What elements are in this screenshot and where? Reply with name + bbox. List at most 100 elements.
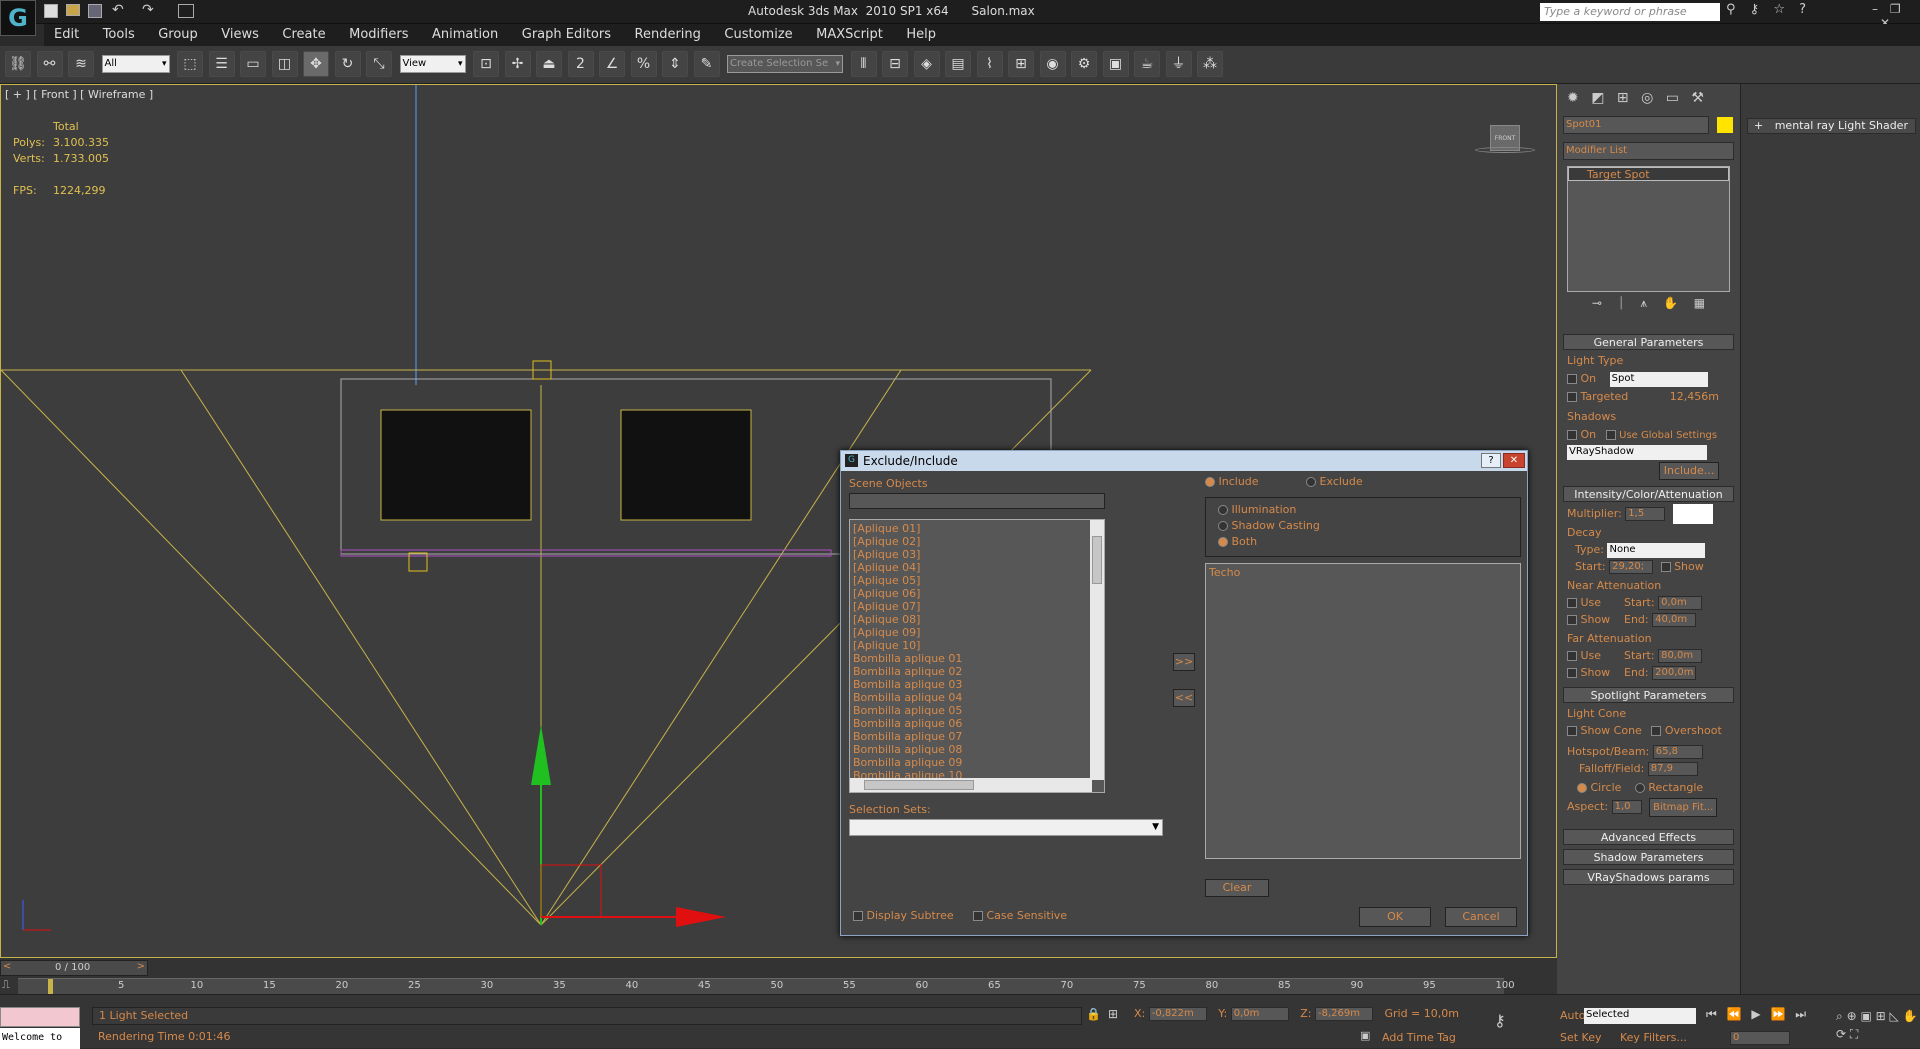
object-name-field[interactable]: Spot01 xyxy=(1563,116,1709,134)
far-start-spinner[interactable]: 80,0m xyxy=(1658,649,1703,663)
intensity-rollout[interactable]: Intensity/Color/Attenuation xyxy=(1563,486,1734,502)
selection-lock-icon[interactable]: 🔒 xyxy=(1086,1007,1101,1021)
move-right-button[interactable]: >> xyxy=(1173,653,1195,671)
near-use-checkbox[interactable] xyxy=(1567,598,1577,608)
bind-spacewarp-icon[interactable]: ≋ xyxy=(68,51,94,77)
rectangle-radio[interactable] xyxy=(1634,783,1645,793)
keyboard-shortcut-icon[interactable]: ⏏ xyxy=(536,51,562,77)
pivot-center-icon[interactable]: ⊡ xyxy=(473,51,499,77)
zoom-extents-all-icon[interactable]: ⊞ xyxy=(1876,1009,1886,1023)
shadow-type-select[interactable]: VRayShadow xyxy=(1567,445,1707,460)
minimize-icon[interactable]: – xyxy=(1872,2,1878,16)
unlink-icon[interactable]: ⚯ xyxy=(36,51,63,77)
dialog-help-button[interactable]: ? xyxy=(1481,453,1501,468)
modify-tab-icon[interactable]: ◩ xyxy=(1591,90,1604,106)
list-item[interactable]: Bombilla aplique 04 xyxy=(853,691,1104,704)
manipulate-icon[interactable]: ✢ xyxy=(504,51,531,77)
show-end-result-icon[interactable]: ⏐ xyxy=(1618,296,1625,310)
move-icon[interactable]: ✥ xyxy=(303,51,329,77)
mirror-icon[interactable]: ⫴ xyxy=(850,51,877,77)
list-item[interactable]: Bombilla aplique 05 xyxy=(853,704,1104,717)
list-item[interactable]: [Aplique 02] xyxy=(853,535,1104,548)
list-item[interactable]: [Aplique 10] xyxy=(853,639,1104,652)
curve-editor-icon[interactable]: ⌇ xyxy=(976,51,1003,77)
time-slider-prev-icon[interactable]: < xyxy=(3,961,11,972)
menu-edit[interactable]: Edit xyxy=(44,24,89,46)
shadow-parameters-rollout[interactable]: Shadow Parameters xyxy=(1563,849,1734,865)
include-radio[interactable] xyxy=(1205,477,1215,487)
shadows-on-checkbox[interactable] xyxy=(1567,430,1577,440)
case-sensitive-checkbox[interactable] xyxy=(973,911,983,921)
field-of-view-icon[interactable]: ◺ xyxy=(1890,1009,1899,1023)
reference-coordinate-select[interactable]: View xyxy=(399,55,466,73)
utilities-tab-icon[interactable]: ⚒ xyxy=(1691,90,1704,106)
go-to-start-icon[interactable]: ⏮ xyxy=(1706,1007,1717,1021)
selection-sets-select[interactable]: ▼ xyxy=(849,819,1163,836)
pan-icon[interactable]: ✋ xyxy=(1903,1009,1918,1023)
key-filters-button[interactable]: Key Filters... xyxy=(1620,1031,1687,1044)
spotlight-parameters-rollout[interactable]: Spotlight Parameters xyxy=(1563,687,1734,703)
selection-filter-select[interactable]: All xyxy=(101,55,170,73)
menu-create[interactable]: Create xyxy=(272,24,335,46)
current-frame-marker[interactable] xyxy=(48,979,53,995)
material-editor-icon[interactable]: ◉ xyxy=(1039,51,1066,77)
maxscript-output[interactable]: Welcome to xyxy=(0,1028,80,1049)
render-setup-icon[interactable]: ⚙ xyxy=(1071,51,1097,77)
menu-views[interactable]: Views xyxy=(211,24,269,46)
near-start-spinner[interactable]: 0,0m xyxy=(1658,596,1703,610)
track-bar-icon[interactable]: ⎍ xyxy=(2,978,16,992)
zoom-extents-icon[interactable]: ▣ xyxy=(1860,1009,1871,1023)
advanced-effects-rollout[interactable]: Advanced Effects xyxy=(1563,829,1734,845)
remove-modifier-icon[interactable]: ✋ xyxy=(1663,296,1678,310)
new-icon[interactable] xyxy=(44,4,58,18)
iray-icon[interactable]: ⏚ xyxy=(1165,51,1192,77)
both-radio[interactable] xyxy=(1218,537,1228,547)
display-tab-icon[interactable]: ▭ xyxy=(1666,90,1679,106)
menu-maxscript[interactable]: MAXScript xyxy=(806,24,893,46)
binoculars-icon[interactable]: ⚲ xyxy=(1726,2,1736,17)
decay-start-spinner[interactable]: 29,20; xyxy=(1609,560,1654,574)
key-icon[interactable]: ⚷ xyxy=(1750,2,1760,17)
x-coordinate-field[interactable]: -0,822m xyxy=(1148,1007,1207,1021)
global-settings-checkbox[interactable] xyxy=(1605,430,1616,440)
menu-graph-editors[interactable]: Graph Editors xyxy=(512,24,621,46)
orbit-icon[interactable]: ⟳ xyxy=(1836,1027,1846,1041)
create-tab-icon[interactable]: ✹ xyxy=(1567,90,1579,106)
gizmo-y-arrow[interactable] xyxy=(531,725,551,785)
near-end-spinner[interactable]: 40,0m xyxy=(1652,613,1697,627)
redo-icon[interactable]: ↷ xyxy=(142,2,154,18)
light-color-swatch[interactable] xyxy=(1672,504,1713,524)
key-icon[interactable]: ⚷ xyxy=(1494,1011,1506,1030)
next-frame-icon[interactable]: ⏩ xyxy=(1770,1007,1785,1021)
window-crossing-icon[interactable]: ◫ xyxy=(271,51,298,77)
show-cone-checkbox[interactable] xyxy=(1567,726,1577,736)
star-icon[interactable]: ☆ xyxy=(1773,2,1785,17)
rotate-icon[interactable]: ↻ xyxy=(334,51,361,77)
percent-snap-icon[interactable]: % xyxy=(630,51,657,77)
scene-objects-filter-input[interactable] xyxy=(849,493,1105,509)
near-show-checkbox[interactable] xyxy=(1567,615,1577,625)
falloff-spinner[interactable]: 87,9 xyxy=(1647,762,1698,776)
menu-rendering[interactable]: Rendering xyxy=(625,24,711,46)
menu-modifiers[interactable]: Modifiers xyxy=(339,24,418,46)
list-item[interactable]: [Aplique 03] xyxy=(853,548,1104,561)
open-icon[interactable] xyxy=(66,4,80,16)
exclude-radio[interactable] xyxy=(1306,477,1317,487)
maxscript-listener[interactable] xyxy=(0,1007,80,1027)
absolute-mode-icon[interactable]: ⊞ xyxy=(1108,1007,1118,1021)
list-item[interactable]: [Aplique 08] xyxy=(853,613,1104,626)
previous-frame-icon[interactable]: ⏪ xyxy=(1727,1007,1742,1021)
modifier-list-select[interactable]: Modifier List xyxy=(1563,142,1734,160)
mental-ray-shader-rollout[interactable]: + mental ray Light Shader xyxy=(1747,118,1916,134)
scrollbar-thumb[interactable] xyxy=(1092,536,1102,584)
stack-item-target-spot[interactable]: Target Spot xyxy=(1568,167,1729,181)
configure-sets-icon[interactable]: ▦ xyxy=(1694,296,1705,310)
list-item[interactable]: [Aplique 06] xyxy=(853,587,1104,600)
dialog-close-button[interactable]: ✕ xyxy=(1503,453,1525,468)
menu-help[interactable]: Help xyxy=(896,24,946,46)
time-slider[interactable]: < 0 / 100 > xyxy=(0,960,148,976)
multiplier-spinner[interactable]: 1,5 xyxy=(1625,507,1666,521)
pin-stack-icon[interactable]: ⊸ xyxy=(1592,296,1602,310)
overshoot-checkbox[interactable] xyxy=(1651,726,1662,736)
snaps-toggle-icon[interactable]: 2 xyxy=(567,51,594,77)
